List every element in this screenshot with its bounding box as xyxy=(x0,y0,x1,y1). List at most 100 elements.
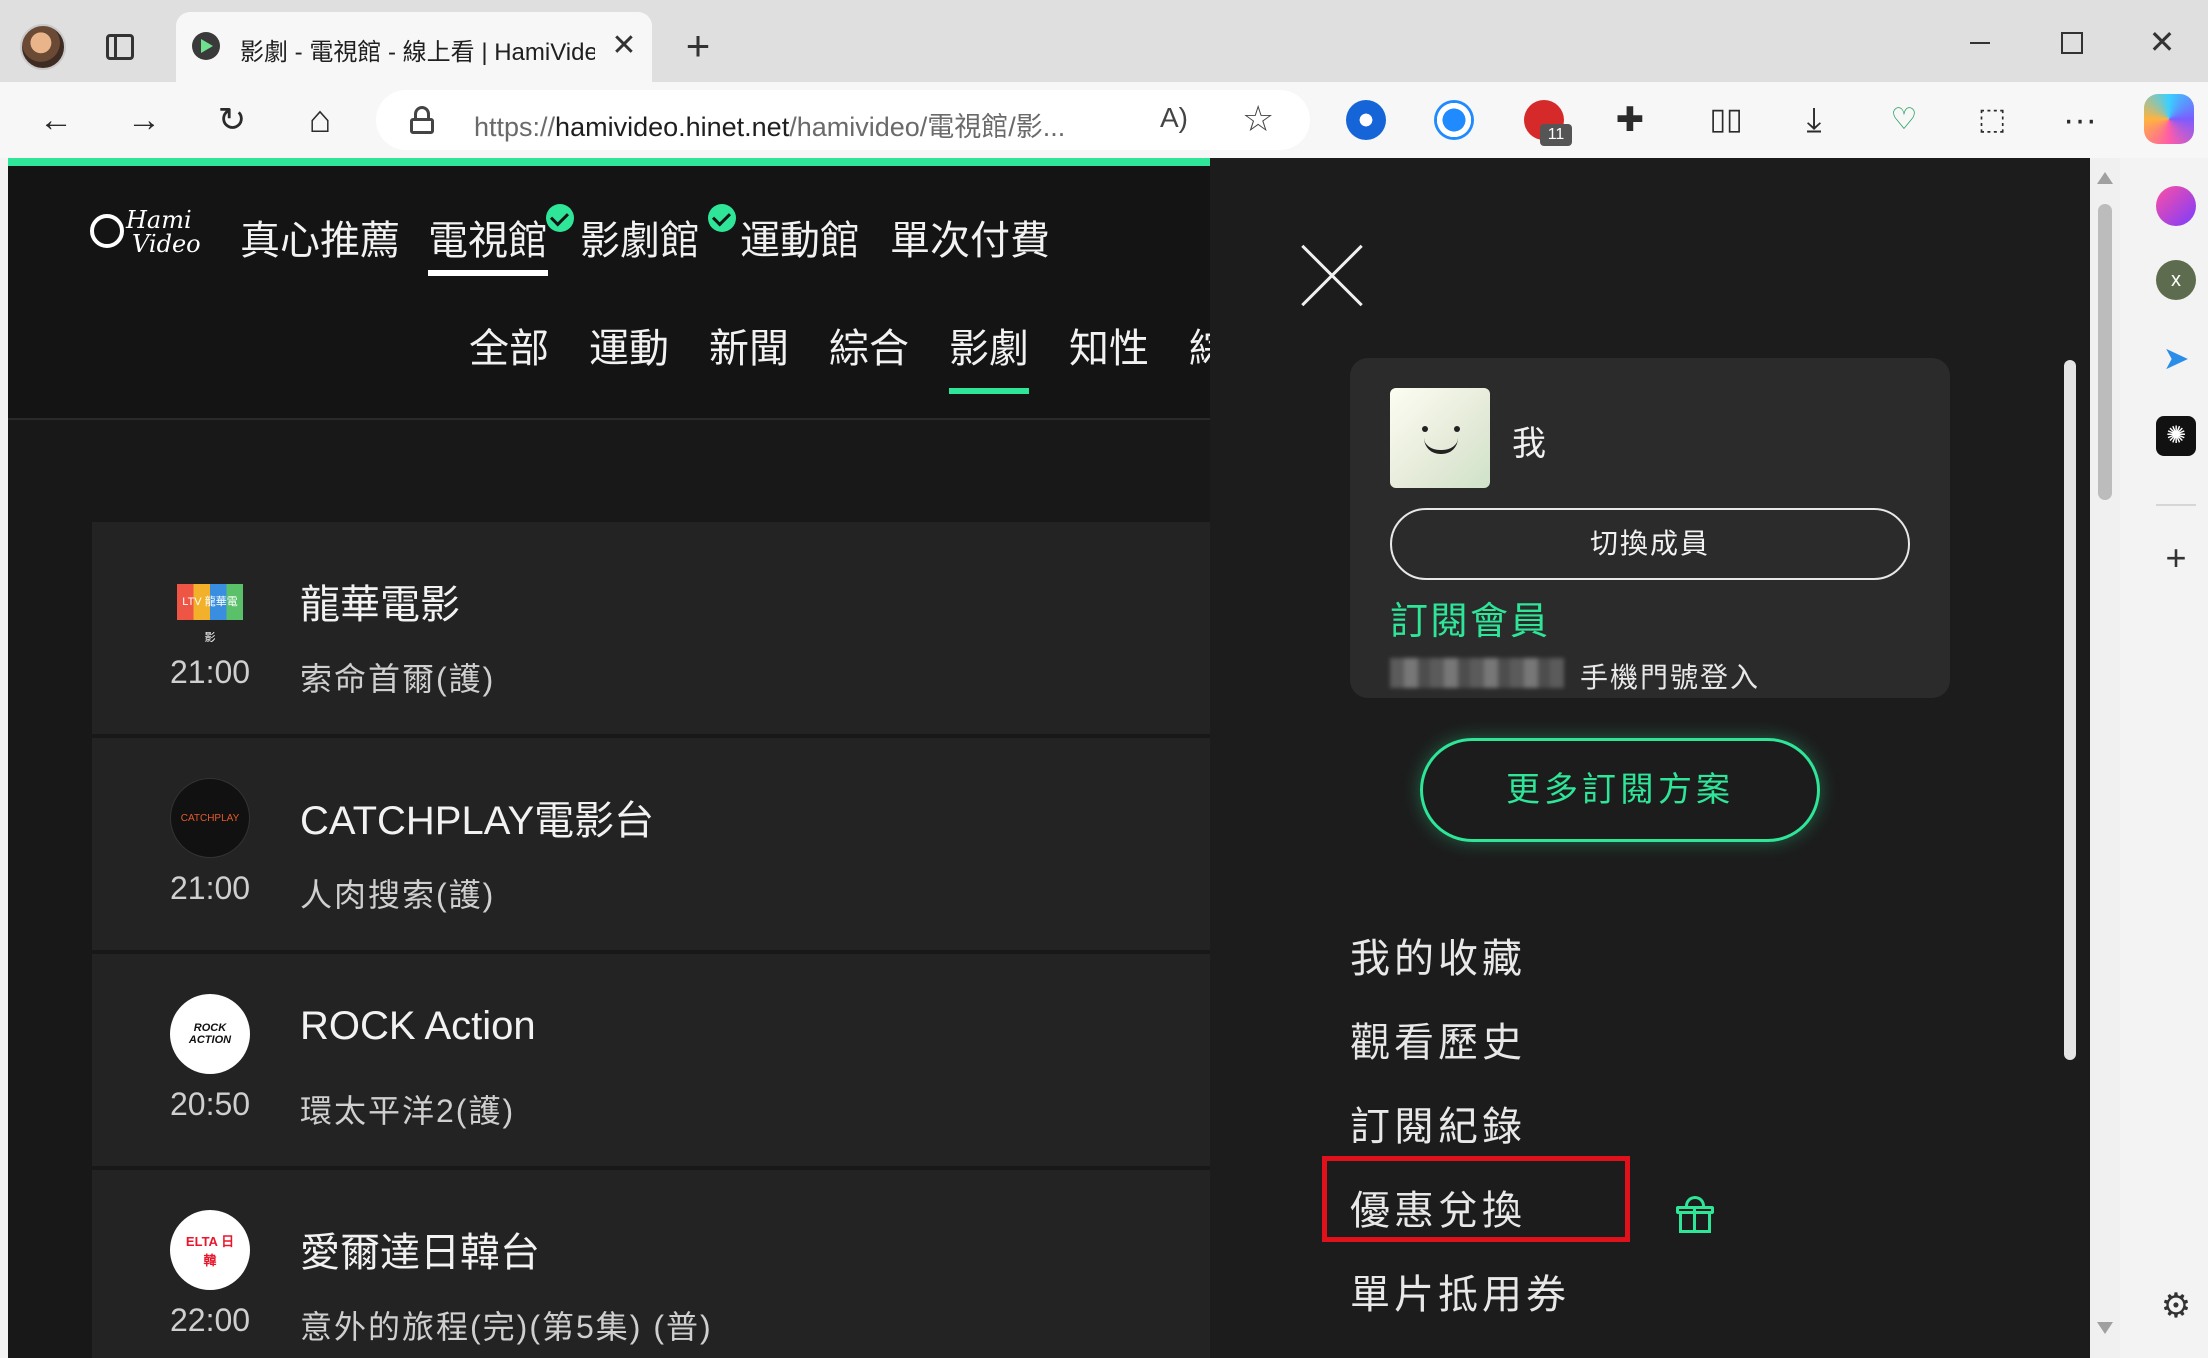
channel-row[interactable]: CATCHPLAY CATCHPLAY電影台 21:00 人肉搜索(護) xyxy=(92,738,1210,952)
masked-phone-number xyxy=(1390,658,1564,688)
channel-name: 愛爾達日韓台 xyxy=(300,1231,540,1275)
tab-actions-icon[interactable] xyxy=(100,26,140,66)
sidebar-telegram-icon[interactable]: ➤ xyxy=(2156,338,2196,378)
extension-2-icon[interactable] xyxy=(1434,100,1474,140)
scroll-thumb[interactable] xyxy=(2098,204,2112,500)
nav-active-indicator xyxy=(428,270,548,276)
program-title: 人肉搜索(護) xyxy=(300,877,496,913)
channel-name: 龍華電影 xyxy=(300,583,460,627)
subnav-news[interactable]: 新聞 xyxy=(709,316,789,374)
copilot-icon[interactable] xyxy=(2144,94,2194,144)
profile-card: 我 切換成員 訂閱會員 手機門號登入 xyxy=(1350,358,1950,698)
tab-title: 影劇 - 電視館 - 線上看 | HamiVideo xyxy=(240,39,595,66)
forward-button[interactable]: → xyxy=(120,96,168,144)
downloads-icon[interactable]: ⤓ xyxy=(1790,96,1838,144)
channel-name: ROCK Action xyxy=(300,1004,536,1048)
redeem-highlight-box xyxy=(1322,1156,1630,1242)
logo-text-2: Video xyxy=(132,230,201,258)
channel-row[interactable]: ROCK ACTION ROCK Action 20:50 環太平洋2(護) xyxy=(92,954,1210,1168)
tv-subscribed-check-icon xyxy=(546,204,574,232)
subnav-active-indicator xyxy=(949,388,1029,394)
program-title: 意外的旅程(完)(第5集) (普) xyxy=(300,1309,713,1345)
page-scrollbar[interactable] xyxy=(2090,158,2120,1358)
drama-subscribed-check-icon xyxy=(708,204,736,232)
channel-list: LTV 龍華電影 龍華電影 21:00 索命首爾(護) CATCHPLAY CA… xyxy=(92,522,1210,1358)
subnav-variety[interactable]: 綜合 xyxy=(829,316,909,374)
extensions-puzzle-icon[interactable]: ✚ xyxy=(1606,96,1654,144)
menu-watch-history[interactable]: 觀看歷史 xyxy=(1350,1010,1526,1068)
screenshot-icon[interactable]: ⬚ xyxy=(1968,96,2016,144)
more-plans-button[interactable]: 更多訂閱方案 xyxy=(1420,738,1820,842)
program-time: 22:00 xyxy=(170,1302,251,1338)
menu-subscription-records[interactable]: 訂閱紀錄 xyxy=(1350,1094,1526,1152)
browser-toolbar: ← → ↻ ⌂ https://hamivideo.hinet.net/hami… xyxy=(0,82,2208,158)
program-time: 20:50 xyxy=(170,1086,251,1122)
extension-1-icon[interactable] xyxy=(1346,100,1386,140)
nav-tv[interactable]: 電視館 xyxy=(428,208,548,266)
subnav-all[interactable]: 全部 xyxy=(469,316,549,374)
member-name: 我 xyxy=(1512,425,1546,463)
menu-vouchers[interactable]: 單片抵用券 xyxy=(1350,1262,1570,1320)
menu-favorites[interactable]: 我的收藏 xyxy=(1350,926,1526,984)
home-button[interactable]: ⌂ xyxy=(296,96,344,144)
switch-member-button[interactable]: 切換成員 xyxy=(1390,508,1910,580)
tab-close-button[interactable]: ✕ xyxy=(604,26,644,66)
hamivideo-logo[interactable]: Hami Video xyxy=(90,208,210,268)
web-page: Hami Video 真心推薦 電視館 影劇館 運動館 單次付費 全部 運動 新聞… xyxy=(8,158,2090,1358)
adblock-count-badge: 11 xyxy=(1540,124,1572,146)
favorite-star-icon[interactable]: ☆ xyxy=(1242,98,1274,140)
logo-play-icon xyxy=(90,214,124,248)
sidebar-divider xyxy=(2156,504,2196,506)
more-menu-button[interactable]: ··· xyxy=(2056,96,2104,144)
drawer-scrollbar[interactable] xyxy=(2064,360,2076,1060)
nav-sports[interactable]: 運動館 xyxy=(740,208,860,266)
edge-sidebar: x ➤ ✺ + ⚙ xyxy=(2144,158,2208,1358)
scroll-up-icon[interactable] xyxy=(2097,172,2113,184)
sidebar-chatgpt-icon[interactable]: ✺ xyxy=(2156,416,2196,456)
channel-row[interactable]: ELTA 日韓 愛爾達日韓台 22:00 意外的旅程(完)(第5集) (普) xyxy=(92,1170,1210,1358)
scroll-down-icon[interactable] xyxy=(2097,1322,2113,1334)
program-title: 環太平洋2(護) xyxy=(300,1093,516,1129)
browser-essentials-icon[interactable]: ♡ xyxy=(1880,96,1928,144)
drawer-close-icon[interactable] xyxy=(1302,246,1362,306)
program-title: 索命首爾(護) xyxy=(300,661,496,697)
nav-pay-per-view[interactable]: 單次付費 xyxy=(890,208,1050,266)
channel-name: CATCHPLAY電影台 xyxy=(300,799,655,843)
split-screen-icon[interactable]: ▯▯ xyxy=(1702,96,1750,144)
subnav-sports[interactable]: 運動 xyxy=(589,316,669,374)
nav-recommended[interactable]: 真心推薦 xyxy=(240,208,400,266)
read-aloud-icon[interactable]: A) xyxy=(1160,102,1188,134)
login-method: 手機門號登入 xyxy=(1580,662,1761,693)
loading-progress-bar xyxy=(8,158,1210,166)
settings-gear-icon[interactable]: ⚙ xyxy=(2156,1286,2196,1326)
tab-bar: 影劇 - 電視館 - 線上看 | HamiVideo ✕ + ✕ xyxy=(0,0,2208,82)
lock-icon[interactable] xyxy=(410,106,434,134)
subnav-drama[interactable]: 影劇 xyxy=(949,316,1029,374)
ltv-channel-logo: LTV 龍華電影 xyxy=(170,562,250,642)
gift-icon xyxy=(1676,1196,1714,1233)
profile-avatar-icon[interactable] xyxy=(20,24,66,70)
sidebar-app-x-icon[interactable]: x xyxy=(2156,260,2196,300)
rock-action-channel-logo: ROCK ACTION xyxy=(170,994,250,1074)
channel-row[interactable]: LTV 龍華電影 龍華電影 21:00 索命首爾(護) xyxy=(92,522,1210,736)
member-avatar[interactable] xyxy=(1390,388,1490,488)
refresh-button[interactable]: ↻ xyxy=(208,96,256,144)
minimize-button[interactable] xyxy=(1958,20,2002,64)
nav-drama[interactable]: 影劇館 xyxy=(580,208,700,266)
sidebar-app-1-icon[interactable] xyxy=(2156,186,2196,226)
url-text[interactable]: https://hamivideo.hinet.net/hamivideo/電視… xyxy=(474,105,1114,144)
active-tab[interactable]: 影劇 - 電視館 - 線上看 | HamiVideo ✕ xyxy=(176,12,652,82)
new-tab-button[interactable]: + xyxy=(676,24,720,68)
hamivideo-favicon-icon xyxy=(192,32,220,60)
back-button[interactable]: ← xyxy=(32,96,80,144)
sidebar-add-icon[interactable]: + xyxy=(2156,538,2196,578)
program-time: 21:00 xyxy=(170,870,251,906)
address-bar[interactable]: https://hamivideo.hinet.net/hamivideo/電視… xyxy=(376,90,1310,150)
catchplay-channel-logo: CATCHPLAY xyxy=(170,778,250,858)
site-header: Hami Video 真心推薦 電視館 影劇館 運動館 單次付費 全部 運動 新聞… xyxy=(8,166,1229,420)
member-tier: 訂閱會員 xyxy=(1390,601,1551,643)
subnav-knowledge[interactable]: 知性 xyxy=(1069,316,1149,374)
elta-channel-logo: ELTA 日韓 xyxy=(170,1210,250,1290)
maximize-button[interactable] xyxy=(2048,20,2092,64)
window-close-button[interactable]: ✕ xyxy=(2140,20,2184,64)
